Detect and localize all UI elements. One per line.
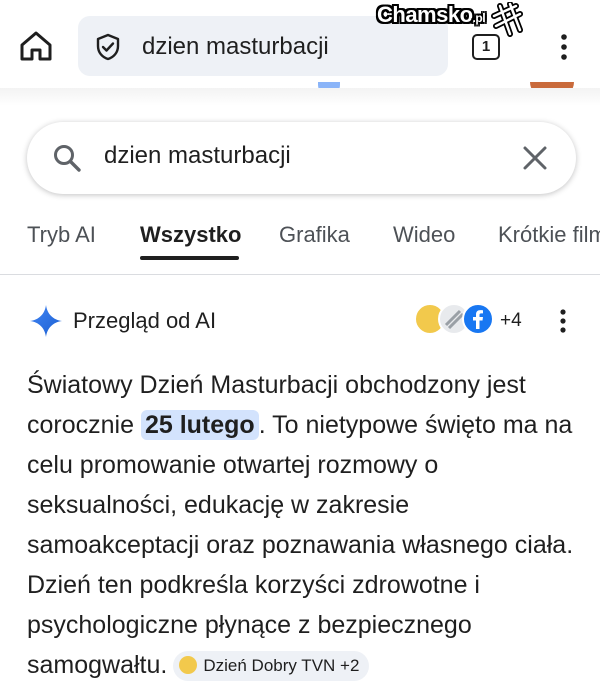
- watermark-suffix: .pl: [472, 11, 486, 25]
- tab-short-videos[interactable]: Krótkie filmy: [498, 222, 600, 248]
- more-options-icon[interactable]: [553, 306, 573, 336]
- date-highlight: 25 lutego: [140, 410, 259, 440]
- ai-overview-title: Przegląd od AI: [73, 308, 217, 333]
- shield-check-icon[interactable]: [94, 33, 122, 61]
- address-bar-text: dzien masturbacji: [142, 33, 329, 60]
- search-box[interactable]: [27, 122, 576, 194]
- browser-toolbar: dzien masturbacji 1 Chamsko.pl: [0, 0, 600, 88]
- ai-text-rest: . To nietypowe święto ma na celu promowa…: [27, 411, 574, 679]
- close-icon[interactable]: [521, 144, 549, 172]
- tab-all[interactable]: Wszystko: [140, 222, 241, 248]
- watermark-grid-icon: [491, 2, 523, 37]
- search-icon[interactable]: [51, 142, 83, 174]
- home-icon[interactable]: [16, 26, 56, 66]
- source-count[interactable]: +4: [500, 310, 522, 332]
- facebook-icon: [462, 303, 494, 335]
- active-tab-indicator: [140, 256, 239, 260]
- citation-source-icon: [179, 656, 198, 674]
- search-tabs: Tryb AI Wszystko Grafika Wideo Krótkie f…: [0, 212, 600, 275]
- ai-sparkle-icon: [30, 305, 62, 337]
- tab-images[interactable]: Grafika: [279, 222, 350, 248]
- source-icons[interactable]: [414, 303, 504, 339]
- citation-label: Dzień Dobry TVN +2: [203, 656, 360, 675]
- tab-videos[interactable]: Wideo: [393, 222, 455, 248]
- watermark-logo: Chamsko.pl: [377, 2, 486, 28]
- facebook-glyph-icon: [473, 310, 483, 329]
- watermark-brand: Chamsko: [377, 2, 473, 27]
- citation-chip[interactable]: Dzień Dobry TVN +2: [173, 651, 370, 681]
- toolbar-shadow: [0, 88, 600, 106]
- search-input[interactable]: [104, 142, 484, 170]
- tab-ai-mode[interactable]: Tryb AI: [27, 222, 96, 248]
- more-vert-icon[interactable]: [552, 32, 576, 62]
- ai-overview-body: Światowy Dzień Masturbacji obchodzony je…: [27, 365, 587, 685]
